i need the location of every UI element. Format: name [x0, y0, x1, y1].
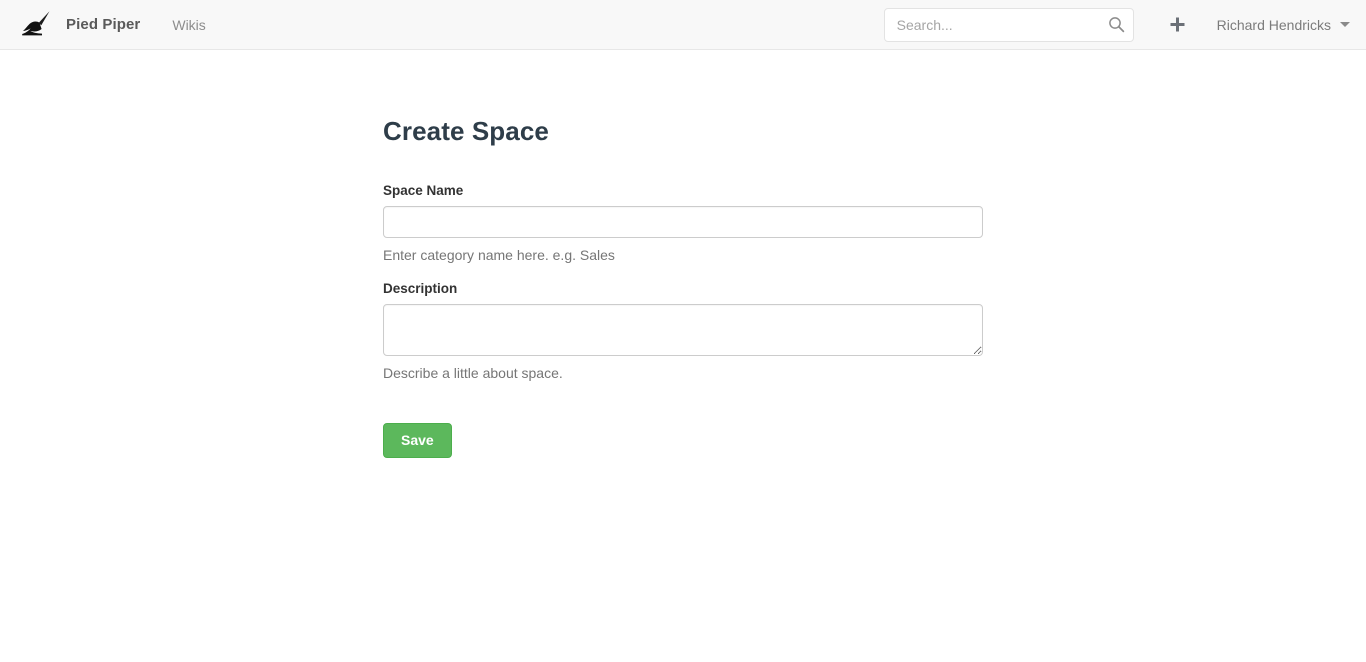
create-space-form: Space Name Enter category name here. e.g… — [383, 183, 1366, 458]
search-container — [883, 7, 1134, 42]
quill-pen-icon[interactable] — [20, 10, 52, 40]
space-name-input[interactable] — [383, 206, 983, 238]
page-title: Create Space — [383, 116, 549, 146]
plus-icon[interactable] — [1167, 14, 1189, 36]
description-help-text: Describe a little about space. — [383, 365, 563, 381]
space-name-label: Space Name — [383, 183, 464, 198]
description-textarea[interactable] — [383, 304, 983, 356]
user-menu[interactable]: Richard Hendricks — [1217, 17, 1352, 33]
nav-link-wikis[interactable]: Wikis — [172, 17, 205, 33]
form-group-space-name: Space Name Enter category name here. e.g… — [383, 183, 1366, 263]
main-content: Create Space Space Name Enter category n… — [0, 50, 1366, 458]
navbar-right-group: Richard Hendricks — [883, 7, 1352, 42]
description-label: Description — [383, 281, 458, 296]
brand-title[interactable]: Pied Piper — [60, 16, 146, 33]
navbar-left-group: Pied Piper Wikis — [20, 10, 206, 40]
user-name-label: Richard Hendricks — [1216, 16, 1331, 33]
save-button[interactable]: Save — [383, 423, 452, 458]
caret-down-icon — [1340, 22, 1350, 27]
space-name-help-text: Enter category name here. e.g. Sales — [383, 247, 615, 263]
form-group-description: Description Describe a little about spac… — [383, 281, 1366, 381]
search-input[interactable] — [883, 7, 1134, 42]
top-navbar: Pied Piper Wikis Richard Hendricks — [0, 0, 1366, 50]
